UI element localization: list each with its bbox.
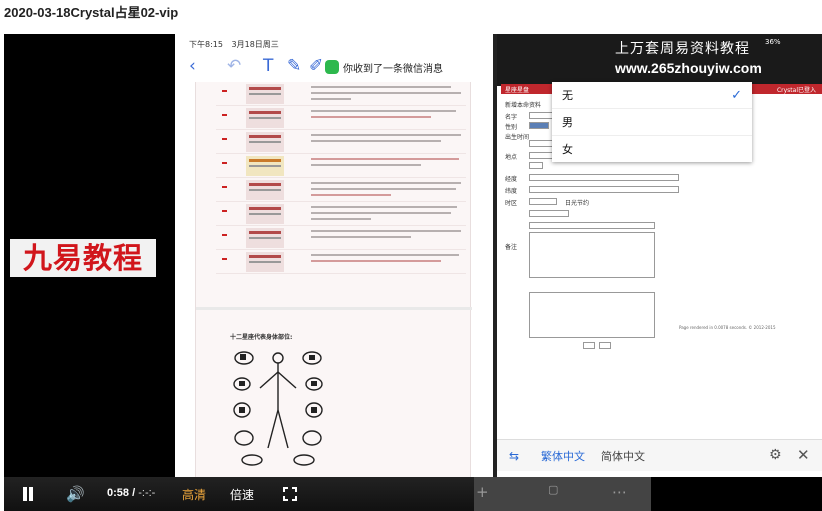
zodiac-row [216,106,466,130]
tablet-status-bar: 下午8:15 3月18日周三 [175,34,495,52]
site-header: 上万套周易资料教程 www.265zhouyiw.com 36% [497,34,822,86]
tabs-icon[interactable]: ▢ [548,483,558,496]
dst-label: 日光节约 [565,200,590,207]
battery-status: 36% [765,38,781,46]
undo-icon[interactable]: ↶ [227,56,241,76]
wechat-icon [325,60,339,74]
translate-traditional-option[interactable]: 繁体中文 [541,448,585,464]
form-title: 新增本命资料 [505,102,542,109]
notes-textarea[interactable] [529,232,655,278]
zodiac-man-illustration [233,351,323,466]
dropdown-option[interactable]: 男 [552,109,752,136]
location-label: 地点 [505,154,518,161]
zodiac-row [216,202,466,226]
video-player[interactable]: 九易教程 下午8:15 3月18日周三 ‹ ↶ T ✎ ✐ 你收到了一条微信消息 [4,34,822,511]
location-select[interactable] [529,152,553,159]
video-title: 2020-03-18Crystal占星02-vip [4,5,179,20]
latitude-input[interactable] [529,186,679,193]
zodiac-row [216,82,466,106]
page: 2020-03-18Crystal占星02-vip 九易教程 下午8:15 3月… [0,0,822,511]
pause-icon[interactable] [21,487,35,501]
page-footer: Page rendered in 0.0078 seconds. © 2012-… [679,325,776,330]
submit-button[interactable] [583,342,595,349]
time-display: 0:58 / -:-:- [107,487,155,499]
latitude-label: 纬度 [505,188,518,195]
status-time: 下午8:15 [189,40,223,49]
timezone-label: 时区 [505,200,518,207]
site-tab[interactable]: 星座星盘 [505,85,529,94]
back-chevron-icon[interactable]: ‹ [189,56,196,76]
text-tool-icon[interactable]: T [263,56,273,76]
notes-label: 备注 [505,244,518,251]
status-date: 3月18日周三 [231,40,279,49]
gender-select[interactable] [529,122,549,129]
split-view-divider[interactable] [493,34,497,477]
gender-dropdown[interactable]: 无 ✓ 男 女 [552,82,752,162]
zodiac-row [216,250,466,274]
fullscreen-icon[interactable] [283,487,297,501]
close-icon[interactable]: ✕ [797,446,810,464]
zodiac-row [216,130,466,154]
speed-button[interactable]: 倍速 [230,486,254,503]
reset-button[interactable] [599,342,611,349]
timezone-select[interactable] [529,198,557,205]
translate-bar: ⇆ 繁体中文 简体中文 ⚙ ✕ [497,439,822,471]
pen-tool-icon[interactable]: ✎ [287,56,301,76]
location-button[interactable] [529,162,543,169]
zodiac-row [216,226,466,250]
quality-button[interactable]: 高清 [182,486,206,503]
web-browser-pane: 上万套周易资料教程 www.265zhouyiw.com 36% 星座星盘 Cr… [493,34,822,477]
document-page[interactable]: 十二星座代表身体部位: [195,82,472,477]
translate-icon: ⇆ [509,449,520,463]
volume-icon[interactable]: 🔊 [66,485,85,503]
watermark-url: www.265zhouyiw.com [615,60,762,76]
watermark-text: 上万套周易资料教程 [615,41,750,57]
time-separator: / [132,487,136,499]
dropdown-option[interactable]: 女 [552,136,752,163]
page-divider [196,307,472,310]
tablet-screen: 下午8:15 3月18日周三 ‹ ↶ T ✎ ✐ 你收到了一条微信消息 十二星座… [175,34,822,477]
year-select[interactable] [529,140,553,147]
translate-simplified-option[interactable]: 简体中文 [601,448,645,464]
longitude-label: 经度 [505,176,518,183]
wechat-notification[interactable]: 你收到了一条微信消息 [325,58,443,76]
name-label: 名字 [505,114,518,121]
gear-icon[interactable]: ⚙ [769,447,782,463]
marker-tool-icon[interactable]: ✐ [309,56,323,76]
longitude-input[interactable] [529,174,679,181]
gender-label: 性别 [505,124,518,131]
checkmark-icon: ✓ [731,88,742,103]
extra-input[interactable] [529,222,655,229]
current-time: 0:58 [107,487,130,499]
doc-section-title: 十二星座代表身体部位: [230,334,293,341]
notification-text: 你收到了一条微信消息 [343,63,443,75]
birthtime-label: 出生时间 [505,134,530,141]
second-notes-textarea[interactable] [529,292,655,338]
brand-watermark: 九易教程 [10,239,156,277]
new-tab-icon[interactable]: + [476,483,489,501]
duration: -:-:- [138,487,156,499]
dst-select[interactable] [529,210,569,217]
zodiac-row [216,178,466,202]
player-controls: 🔊 0:58 / -:-:- 高清 倍速 [4,477,474,511]
dropdown-option[interactable]: 无 ✓ [552,82,752,109]
more-icon[interactable]: ⋯ [612,483,627,501]
site-login-status: Crystal已登入 [776,87,816,94]
zodiac-row [216,154,466,178]
